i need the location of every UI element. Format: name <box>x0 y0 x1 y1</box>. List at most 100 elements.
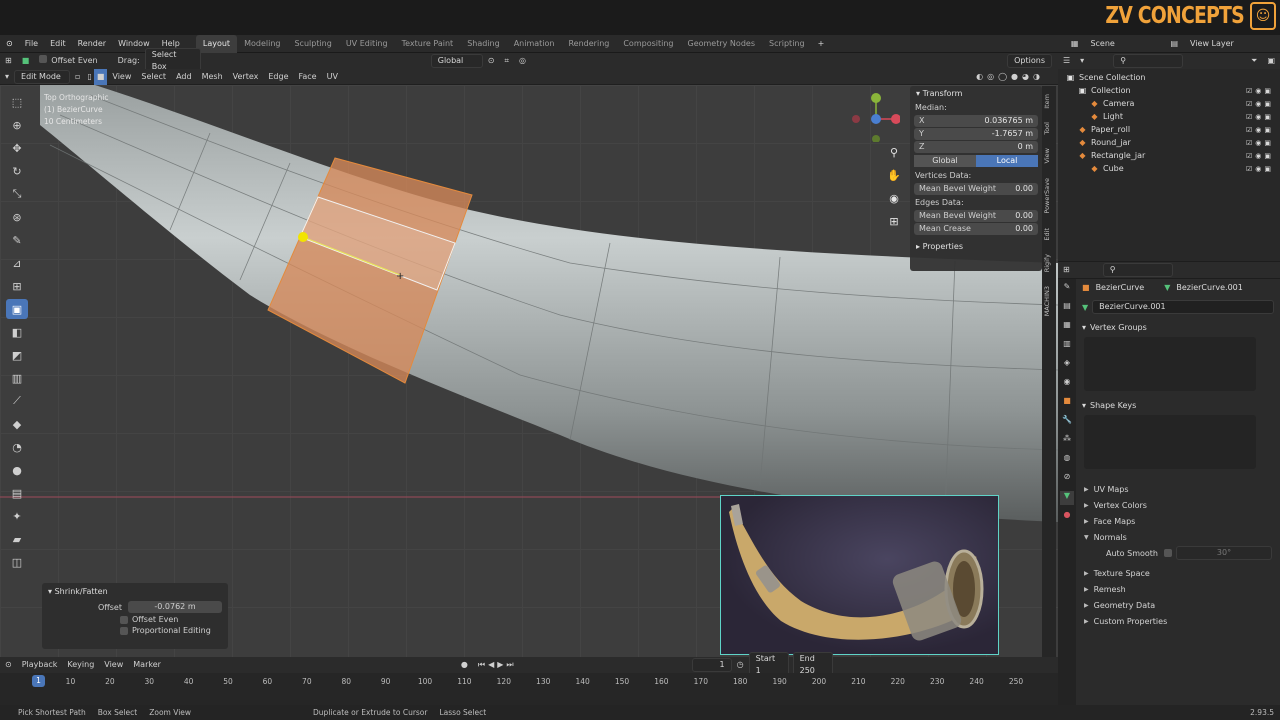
visibility-toggle-icons[interactable]: ☑◉▣ <box>1246 126 1274 134</box>
smooth-icon[interactable]: ● <box>6 460 28 480</box>
menu-file[interactable]: File <box>19 35 44 53</box>
timeline-editor-icon[interactable]: ⊙ <box>0 657 17 673</box>
physics-tab-icon[interactable]: ◍ <box>1060 453 1074 467</box>
global-button[interactable]: Global <box>914 155 976 167</box>
world-tab-icon[interactable]: ◉ <box>1060 377 1074 391</box>
select-mode-face-icon[interactable]: ■ <box>93 68 108 85</box>
pan-hand-icon[interactable]: ✋ <box>886 169 902 187</box>
auto-smooth-checkbox[interactable] <box>1163 549 1172 557</box>
vertex-groups-list[interactable] <box>1084 337 1256 391</box>
tab-rendering[interactable]: Rendering <box>561 35 616 53</box>
view-layer-tab-icon[interactable]: ▥ <box>1060 339 1074 353</box>
current-frame-field[interactable]: 1 <box>691 658 732 672</box>
operator-title[interactable]: ▾ Shrink/Fatten <box>42 583 228 600</box>
menu-playback[interactable]: Playback <box>17 657 63 673</box>
tab-powersave[interactable]: PowerSave <box>1043 178 1051 214</box>
edge-bevel-weight-field[interactable]: Mean Bevel Weight 0.00 <box>914 210 1038 222</box>
mean-crease-field[interactable]: Mean Crease 0.00 <box>914 223 1038 235</box>
display-mode-icon[interactable]: ▾ <box>1075 53 1089 69</box>
snap-icon[interactable]: ⌗ <box>499 53 514 69</box>
auto-smooth-angle-field[interactable]: 30° <box>1175 546 1272 560</box>
proportional-icon[interactable]: ◎ <box>514 53 531 69</box>
vertex-groups-header[interactable]: ▾ Vertex Groups <box>1076 319 1280 335</box>
vertex-bevel-weight-field[interactable]: Mean Bevel Weight 0.00 <box>914 183 1038 195</box>
menu-face[interactable]: Face <box>294 69 322 85</box>
median-z-field[interactable]: Z 0 m <box>914 141 1038 153</box>
visibility-toggle-icons[interactable]: ☑◉▣ <box>1246 139 1274 147</box>
menu-add[interactable]: Add <box>171 69 197 85</box>
visibility-toggle-icons[interactable]: ☑◉▣ <box>1246 100 1274 108</box>
median-y-field[interactable]: Y -1.7657 m <box>914 128 1038 140</box>
cursor-icon[interactable]: ⊕ <box>6 115 28 135</box>
blender-icon[interactable]: ⊙ <box>0 35 19 53</box>
select-mode-edge-icon[interactable]: ▯ <box>85 69 93 85</box>
menu-view[interactable]: View <box>107 69 136 85</box>
playback-controls-icon[interactable]: ⏮◀▶⏭ <box>473 657 522 673</box>
tab-scripting[interactable]: Scripting <box>762 35 812 53</box>
remesh-section[interactable]: ▶ Remesh <box>1076 581 1280 597</box>
operator-proportional[interactable]: Proportional Editing <box>42 625 228 636</box>
scale-icon[interactable]: ⤡ <box>6 184 28 204</box>
transform-orientation-dropdown[interactable]: Global <box>430 54 483 68</box>
modifiers-tab-icon[interactable]: 🔧 <box>1060 415 1074 429</box>
clock-icon[interactable]: ◷ <box>732 657 749 673</box>
knife-icon[interactable]: ⟋ <box>6 391 28 411</box>
tab-tool[interactable]: Tool <box>1043 122 1051 135</box>
tab-geometry-nodes[interactable]: Geometry Nodes <box>681 35 762 53</box>
tab-edit[interactable]: Edit <box>1043 228 1051 241</box>
editor-type-icon[interactable]: ⊞ <box>0 53 17 69</box>
tab-layout[interactable]: Layout <box>195 34 238 53</box>
properties-header[interactable]: ▸ Properties <box>910 239 1042 254</box>
extrude-icon[interactable]: ⊞ <box>6 276 28 296</box>
outliner-row[interactable]: ▣ Collection ☑◉▣ <box>1058 84 1280 97</box>
outliner-row[interactable]: ◆ Cube ☑◉▣ <box>1058 162 1280 175</box>
output-tab-icon[interactable]: ▦ <box>1060 320 1074 334</box>
outliner-row[interactable]: ◆ Light ☑◉▣ <box>1058 110 1280 123</box>
menu-edit[interactable]: Edit <box>44 35 72 53</box>
tab-item[interactable]: Item <box>1043 94 1051 109</box>
tab-uv-editing[interactable]: UV Editing <box>339 35 395 53</box>
measure-icon[interactable]: ⊿ <box>6 253 28 273</box>
operator-offset-even[interactable]: Offset Even <box>42 614 228 625</box>
mode-dropdown[interactable]: Edit Mode <box>14 69 71 84</box>
properties-editor-icon[interactable]: ⊞ <box>1058 262 1075 278</box>
outliner-editor-icon[interactable]: ☰ <box>1058 53 1075 69</box>
select-box-icon[interactable]: ⬚ <box>6 92 28 112</box>
geometry-data-section[interactable]: ▶ Geometry Data <box>1076 597 1280 613</box>
transform-header[interactable]: ▾ Transform <box>910 86 1042 101</box>
menu-render[interactable]: Render <box>72 35 112 53</box>
menu-uv[interactable]: UV <box>322 69 343 85</box>
custom-properties-section[interactable]: ▶ Custom Properties <box>1076 613 1280 629</box>
mesh-name-field[interactable]: BezierCurve.001 <box>1092 300 1274 314</box>
transform-icon[interactable]: ⊛ <box>6 207 28 227</box>
data-tab-icon[interactable]: ▼ <box>1060 491 1074 505</box>
ortho-grid-icon[interactable]: ⊞ <box>886 215 902 233</box>
menu-select[interactable]: Select <box>136 69 171 85</box>
menu-keying[interactable]: Keying <box>62 657 99 673</box>
tab-compositing[interactable]: Compositing <box>616 35 680 53</box>
viewport-shading-icons[interactable]: ◐◎◯●◕◑ <box>976 72 1044 81</box>
tab-modeling[interactable]: Modeling <box>237 35 287 53</box>
menu-mesh[interactable]: Mesh <box>197 69 228 85</box>
tab-view[interactable]: View <box>1043 148 1051 163</box>
median-x-field[interactable]: X 0.036765 m <box>914 115 1038 127</box>
outliner-search-input[interactable]: ⚲ <box>1113 54 1184 68</box>
texture-space-section[interactable]: ▶ Texture Space <box>1076 565 1280 581</box>
tab-texture-paint[interactable]: Texture Paint <box>395 35 461 53</box>
shrink-fatten-icon[interactable]: ▣ <box>6 299 28 319</box>
outliner-row[interactable]: ◆ Camera ☑◉▣ <box>1058 97 1280 110</box>
frame-ruler[interactable]: 10 20 30 40 50 60 70 80 90 100 110 120 130 140 150 160 1… <box>0 675 1058 689</box>
tab-animation[interactable]: Animation <box>507 35 562 53</box>
view-layer-icon[interactable]: ▤ <box>1164 35 1184 53</box>
tab-rigify[interactable]: Rigify <box>1043 254 1051 272</box>
tool-tab-icon[interactable]: ✎ <box>1060 282 1074 296</box>
tab-sculpting[interactable]: Sculpting <box>287 35 338 53</box>
options-dropdown[interactable]: Options <box>1007 54 1052 68</box>
scene-selector[interactable]: Scene <box>1084 35 1164 53</box>
rotate-icon[interactable]: ↻ <box>6 161 28 181</box>
outliner-row[interactable]: ▣ Scene Collection <box>1058 71 1280 84</box>
view-layer-selector[interactable]: View Layer <box>1184 35 1280 53</box>
menu-vertex[interactable]: Vertex <box>228 69 264 85</box>
poly-build-icon[interactable]: ◆ <box>6 414 28 434</box>
menu-marker[interactable]: Marker <box>128 657 166 673</box>
